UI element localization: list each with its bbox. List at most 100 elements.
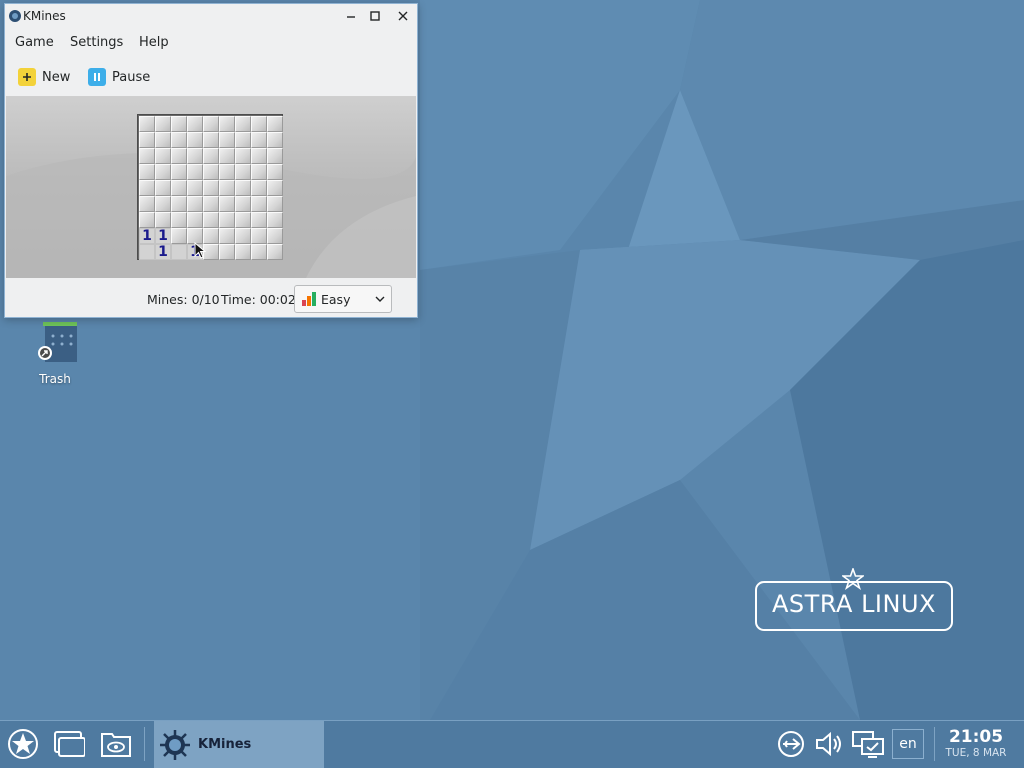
hidden-cell[interactable] [203,164,219,180]
hidden-cell[interactable] [251,164,267,180]
task-kmines[interactable]: KMines [154,721,324,768]
hidden-cell[interactable] [187,212,203,228]
revealed-cell[interactable]: 1 [155,228,171,244]
hidden-cell[interactable] [139,116,155,132]
hidden-cell[interactable] [139,148,155,164]
hidden-cell[interactable] [171,212,187,228]
hidden-cell[interactable] [267,164,283,180]
hidden-cell[interactable] [155,132,171,148]
hidden-cell[interactable] [171,148,187,164]
hidden-cell[interactable] [251,132,267,148]
hidden-cell[interactable] [139,196,155,212]
hidden-cell[interactable] [267,148,283,164]
hidden-cell[interactable] [155,148,171,164]
hidden-cell[interactable] [171,116,187,132]
hidden-cell[interactable] [251,228,267,244]
hidden-cell[interactable] [235,228,251,244]
hidden-cell[interactable] [235,148,251,164]
hidden-cell[interactable] [219,196,235,212]
hidden-cell[interactable] [139,164,155,180]
clock-time[interactable]: 21:05 [940,727,1012,747]
hidden-cell[interactable] [267,116,283,132]
hidden-cell[interactable] [267,228,283,244]
hidden-cell[interactable] [139,132,155,148]
hidden-cell[interactable] [219,148,235,164]
hidden-cell[interactable] [203,212,219,228]
close-button[interactable] [395,8,411,24]
start-menu-button[interactable] [6,727,40,761]
network-button[interactable] [774,727,808,761]
desktop-icon-label: Trash [39,372,71,386]
hidden-cell[interactable] [251,116,267,132]
hidden-cell[interactable] [235,132,251,148]
hidden-cell[interactable] [187,148,203,164]
hidden-cell[interactable] [187,116,203,132]
hidden-cell[interactable] [219,180,235,196]
hidden-cell[interactable] [219,132,235,148]
menu-help[interactable]: Help [139,35,169,50]
hidden-cell[interactable] [155,164,171,180]
hidden-cell[interactable] [219,212,235,228]
hidden-cell[interactable] [235,196,251,212]
hidden-cell[interactable] [171,164,187,180]
hidden-cell[interactable] [155,212,171,228]
hidden-cell[interactable] [235,212,251,228]
maximize-button[interactable] [367,8,383,24]
desktop-icon-trash[interactable]: Trash [24,322,86,386]
hidden-cell[interactable] [251,148,267,164]
file-manager-button[interactable] [99,727,133,761]
chevron-down-icon [375,296,385,302]
revealed-cell[interactable] [139,244,155,260]
hidden-cell[interactable] [219,116,235,132]
hidden-cell[interactable] [235,244,251,260]
hidden-cell[interactable] [187,196,203,212]
hidden-cell[interactable] [267,196,283,212]
hidden-cell[interactable] [219,164,235,180]
window-titlebar[interactable]: KMines [5,4,417,28]
hidden-cell[interactable] [219,228,235,244]
hidden-cell[interactable] [171,228,187,244]
show-windows-button[interactable] [52,727,86,761]
hidden-cell[interactable] [251,212,267,228]
pause-button[interactable]: Pause [88,66,150,88]
revealed-cell[interactable]: 1 [139,228,155,244]
hidden-cell[interactable] [203,196,219,212]
hidden-cell[interactable] [155,180,171,196]
hidden-cell[interactable] [203,116,219,132]
hidden-cell[interactable] [155,196,171,212]
hidden-cell[interactable] [235,164,251,180]
hidden-cell[interactable] [203,180,219,196]
display-button[interactable] [851,727,885,761]
hidden-cell[interactable] [219,244,235,260]
revealed-cell[interactable] [171,244,187,260]
hidden-cell[interactable] [235,116,251,132]
hidden-cell[interactable] [187,132,203,148]
hidden-cell[interactable] [139,212,155,228]
hidden-cell[interactable] [171,196,187,212]
new-game-button[interactable]: New [18,66,70,88]
menu-settings[interactable]: Settings [70,35,123,50]
hidden-cell[interactable] [139,180,155,196]
hidden-cell[interactable] [267,244,283,260]
hidden-cell[interactable] [187,164,203,180]
hidden-cell[interactable] [267,212,283,228]
revealed-cell[interactable]: 1 [155,244,171,260]
menu-game[interactable]: Game [15,35,54,50]
hidden-cell[interactable] [203,132,219,148]
hidden-cell[interactable] [251,196,267,212]
hidden-cell[interactable] [171,132,187,148]
hidden-cell[interactable] [251,180,267,196]
hidden-cell[interactable] [171,180,187,196]
volume-button[interactable] [813,727,847,761]
mines-counter: Mines: 0/10 [147,292,220,307]
hidden-cell[interactable] [267,132,283,148]
hidden-cell[interactable] [251,244,267,260]
hidden-cell[interactable] [187,180,203,196]
hidden-cell[interactable] [267,180,283,196]
hidden-cell[interactable] [155,116,171,132]
difficulty-select[interactable]: Easy [294,285,392,313]
keyboard-layout-indicator[interactable]: en [892,729,924,759]
hidden-cell[interactable] [203,148,219,164]
minimize-button[interactable] [343,8,359,24]
hidden-cell[interactable] [235,180,251,196]
